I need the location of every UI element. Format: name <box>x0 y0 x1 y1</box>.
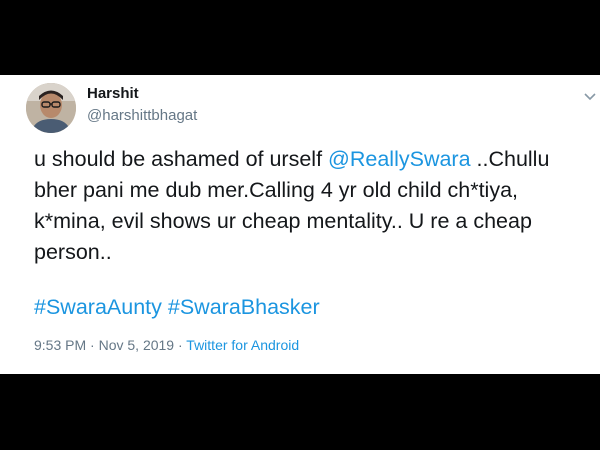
tweet-text-line: bher pani me dub mer.Calling 4 yr old ch… <box>34 178 519 202</box>
hashtag-link[interactable]: #SwaraAunty <box>34 295 162 319</box>
tweet-text-segment: ..Chullu <box>470 147 550 171</box>
meta-separator: · <box>177 337 183 353</box>
mention-link[interactable]: @ReallySwara <box>328 147 471 171</box>
chevron-down-icon[interactable] <box>583 89 597 101</box>
tweet-text: u should be ashamed of urself @ReallySwa… <box>34 144 574 268</box>
tweet-text-line: person.. <box>34 240 112 264</box>
tweet-meta: 9:53 PM · Nov 5, 2019 · Twitter for Andr… <box>34 337 299 353</box>
hashtag-row: #SwaraAunty #SwaraBhasker <box>34 292 320 323</box>
username-handle[interactable]: @harshittbhagat <box>87 107 197 124</box>
display-name[interactable]: Harshit <box>87 85 139 102</box>
letterbox-top <box>0 0 600 75</box>
meta-separator: · <box>90 337 95 353</box>
screenshot-frame: Harshit @harshittbhagat u should be asha… <box>0 0 600 450</box>
hashtag-link[interactable]: #SwaraBhasker <box>168 295 320 319</box>
letterbox-bottom <box>0 374 600 450</box>
avatar[interactable] <box>26 83 76 133</box>
tweet-text-segment: u should be ashamed of urself <box>34 147 329 171</box>
tweet-text-line: k*mina, evil shows ur cheap mentality.. … <box>34 209 532 233</box>
tweet-text-line: u should be ashamed of urself @ReallySwa… <box>34 144 574 175</box>
tweet-time[interactable]: 9:53 PM <box>34 337 86 353</box>
tweet-date[interactable]: Nov 5, 2019 <box>99 337 175 353</box>
profile-photo-icon <box>26 83 76 133</box>
tweet-source-link[interactable]: Twitter for Android <box>186 337 299 353</box>
tweet-card: Harshit @harshittbhagat u should be asha… <box>0 75 600 374</box>
